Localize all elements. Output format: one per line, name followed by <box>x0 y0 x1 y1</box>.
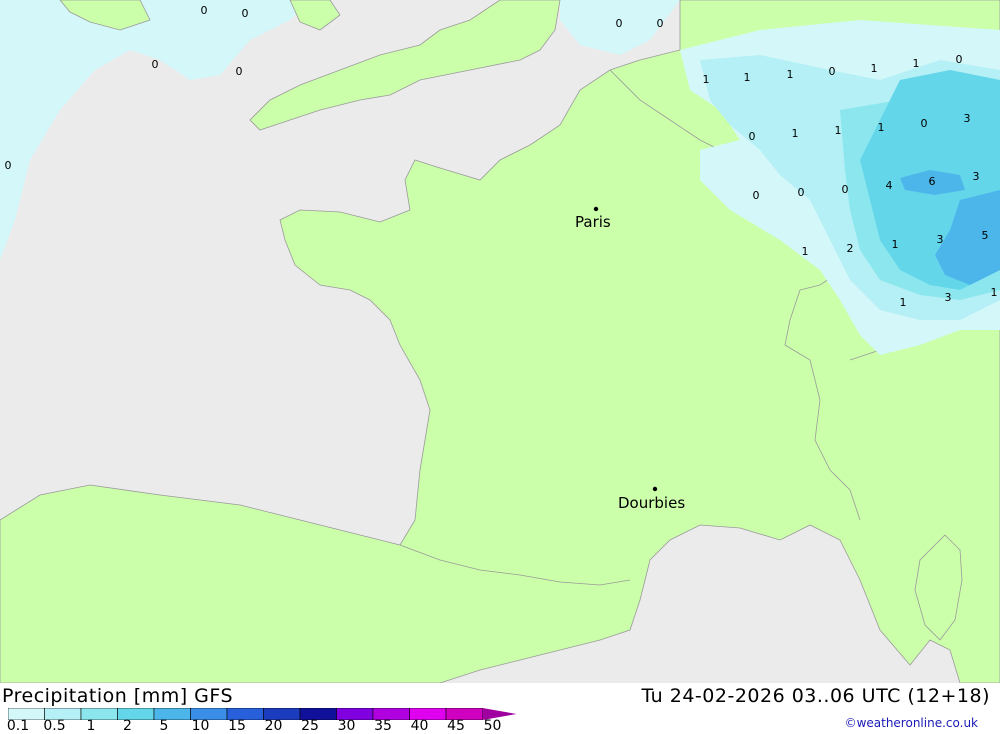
value-label: 0 <box>921 117 928 130</box>
value-label: 0 <box>236 65 243 78</box>
value-label: 5 <box>982 229 989 242</box>
scale-tick-label: 1 <box>86 718 96 734</box>
value-label: 0 <box>657 17 664 30</box>
value-label: 0 <box>798 186 805 199</box>
scale-tick-label: 30 <box>337 718 356 734</box>
scale-tick-label: 20 <box>264 718 283 734</box>
value-label: 6 <box>929 175 936 188</box>
value-label: 2 <box>847 242 854 255</box>
datetime-label: Tu 24-02-2026 03..06 UTC (12+18) <box>641 685 990 707</box>
value-label: 0 <box>829 65 836 78</box>
value-label: 1 <box>703 73 710 86</box>
scale-tick-label: 25 <box>301 718 319 734</box>
value-label: 1 <box>878 121 885 134</box>
value-label: 0 <box>842 183 849 196</box>
scale-tick-label: 35 <box>374 718 392 734</box>
value-label: 1 <box>744 71 751 84</box>
value-label: 1 <box>892 238 899 251</box>
precipitation-map[interactable]: 0 0 0 0 0 0 0 1 1 1 0 1 1 0 0 1 1 1 0 3 … <box>0 0 1000 683</box>
scale-tick-label: 2 <box>123 718 132 734</box>
city-marker <box>593 206 599 212</box>
value-label: 0 <box>753 189 760 202</box>
scale-tick-label: 15 <box>228 718 246 734</box>
value-label: 1 <box>913 57 920 70</box>
value-label: 0 <box>956 53 963 66</box>
value-label: 1 <box>792 127 799 140</box>
value-label: 1 <box>900 296 907 309</box>
map-title: Precipitation [mm] GFS <box>2 685 234 707</box>
value-label: 3 <box>964 112 971 125</box>
value-label: 1 <box>991 286 998 299</box>
scale-tick-label: 45 <box>447 718 465 734</box>
value-label: 0 <box>242 7 249 20</box>
value-label: 3 <box>973 170 980 183</box>
city-label-dourbies: Dourbies <box>618 494 685 512</box>
value-label: 0 <box>201 4 208 17</box>
value-label: 0 <box>152 58 159 71</box>
credit-link[interactable]: ©weatheronline.co.uk <box>845 716 978 730</box>
city-marker <box>652 486 658 492</box>
scale-tick-label: 0.1 <box>6 718 30 734</box>
value-label: 0 <box>5 159 12 172</box>
value-label: 3 <box>945 291 952 304</box>
scale-tick-label: 10 <box>191 718 210 734</box>
value-label: 1 <box>802 245 809 258</box>
value-label: 1 <box>871 62 878 75</box>
value-label: 0 <box>616 17 623 30</box>
value-label: 0 <box>749 130 756 143</box>
value-label: 4 <box>886 179 893 192</box>
value-label: 3 <box>937 233 944 246</box>
scale-tick-label: 50 <box>483 718 502 734</box>
value-label: 1 <box>787 68 794 81</box>
city-label-paris: Paris <box>575 213 611 231</box>
scale-tick-label: 0.5 <box>43 718 66 734</box>
scale-tick-label: 5 <box>159 718 169 734</box>
scale-tick-label: 40 <box>410 718 429 734</box>
footer-bar: Precipitation [mm] GFS Tu 24-02-2026 03.… <box>0 683 1000 734</box>
value-label: 1 <box>835 124 842 137</box>
